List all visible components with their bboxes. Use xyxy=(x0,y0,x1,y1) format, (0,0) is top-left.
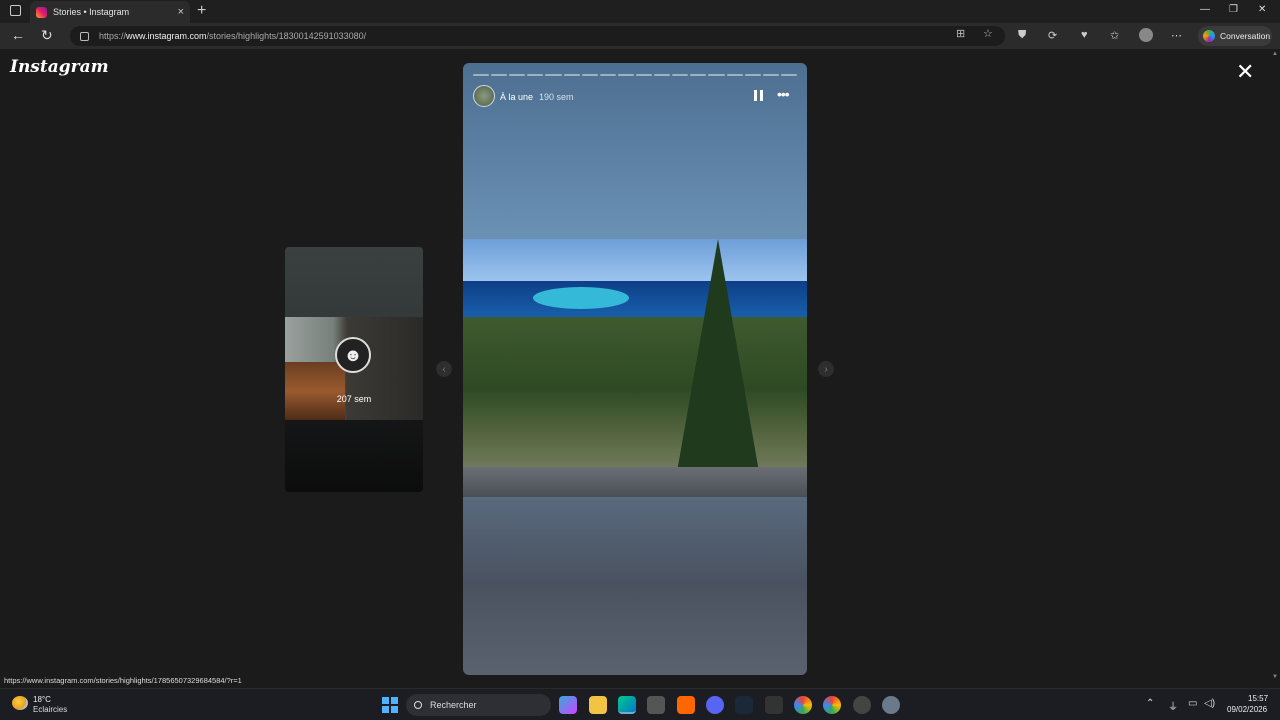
favorites-icon[interactable]: ✩ xyxy=(1110,29,1119,42)
minimize-button[interactable]: — xyxy=(1200,4,1210,15)
volume-icon[interactable]: ◁) xyxy=(1204,698,1215,709)
progress-segment xyxy=(581,74,598,76)
tab-close-icon[interactable]: × xyxy=(178,6,184,18)
windows-taskbar: 18°C Eclaircies Rechercher ⌃ ⏚ ▭ ◁) 15:5… xyxy=(0,688,1280,720)
sea-area xyxy=(463,281,807,321)
copilot-conversation-button[interactable]: Conversation xyxy=(1198,26,1272,46)
instagram-logo[interactable]: Instagram xyxy=(10,57,109,77)
story-age: 190 sem xyxy=(539,92,574,102)
current-story[interactable]: À la une 190 sem ••• xyxy=(463,63,807,675)
progress-segment xyxy=(672,74,689,76)
story-more-options-icon[interactable]: ••• xyxy=(777,86,790,102)
chrome-icon[interactable] xyxy=(794,696,812,714)
close-stories-icon[interactable]: ✕ xyxy=(1236,61,1254,83)
copilot-icon xyxy=(1203,30,1215,42)
weather-temp[interactable]: 18°C xyxy=(33,695,51,704)
back-arrow-icon[interactable]: ← xyxy=(11,27,25,43)
progress-segment xyxy=(491,74,508,76)
story-avatar[interactable] xyxy=(473,85,495,107)
scroll-down-icon[interactable]: ▼ xyxy=(1272,674,1278,680)
page-scrollbar[interactable]: ▲ ▼ xyxy=(1270,49,1280,687)
next-story-arrow-icon[interactable]: › xyxy=(818,361,834,377)
clock-date[interactable]: 09/02/2026 xyxy=(1227,705,1267,714)
browser-toolbar: ← ↻ https://www.instagram.com/stories/hi… xyxy=(0,23,1280,49)
progress-segment xyxy=(527,74,544,76)
previous-story-image: ☻ xyxy=(285,317,423,420)
file-explorer-icon[interactable] xyxy=(589,696,607,714)
previous-story-time: 207 sem xyxy=(336,394,372,404)
progress-segment xyxy=(599,74,616,76)
previous-story-arrow-icon[interactable]: ‹ xyxy=(436,361,452,377)
story-progress-bar xyxy=(473,74,797,76)
progress-segment xyxy=(708,74,725,76)
progress-segment xyxy=(780,74,797,76)
tray-chevron-icon[interactable]: ⌃ xyxy=(1146,698,1154,709)
sky-area xyxy=(463,239,807,281)
instagram-favicon-icon xyxy=(36,6,47,18)
progress-segment xyxy=(545,74,562,76)
progress-segment xyxy=(744,74,761,76)
profile-avatar[interactable] xyxy=(1139,28,1153,42)
settings-icon[interactable] xyxy=(882,696,900,714)
progress-segment xyxy=(563,74,580,76)
app-c-icon[interactable] xyxy=(853,696,871,714)
weather-description[interactable]: Eclaircies xyxy=(33,705,67,714)
network-icon[interactable]: ▭ xyxy=(1188,698,1197,709)
favorite-star-icon[interactable]: ☆ xyxy=(983,27,993,40)
performance-icon[interactable]: ♥ xyxy=(1081,29,1088,41)
url-host: www.instagram.com xyxy=(126,31,207,41)
extensions-icon[interactable]: ⟳ xyxy=(1048,29,1057,42)
progress-segment xyxy=(617,74,634,76)
address-bar[interactable]: https://www.instagram.com/stories/highli… xyxy=(70,26,1005,46)
refresh-icon[interactable]: ↻ xyxy=(41,27,53,44)
copilot-app-icon[interactable] xyxy=(559,696,577,714)
story-account-name[interactable]: À la une xyxy=(500,92,533,102)
shield-icon[interactable]: ⛊ xyxy=(1018,29,1026,42)
instagram-stories-page: Instagram ✕ ☻ 207 sem ‹ › À la une 190 s… xyxy=(0,49,1280,687)
browser-titlebar: Stories • Instagram × + — ❐ ✕ xyxy=(0,0,1280,23)
chrome-profile-icon[interactable] xyxy=(823,696,841,714)
scroll-up-icon[interactable]: ▲ xyxy=(1272,51,1278,57)
browser-tab[interactable]: Stories • Instagram × xyxy=(30,1,190,23)
windows-start-icon[interactable] xyxy=(382,697,398,713)
taskbar-search[interactable]: Rechercher xyxy=(406,694,551,716)
conversation-label: Conversation xyxy=(1220,31,1271,41)
close-window-button[interactable]: ✕ xyxy=(1258,4,1266,15)
progress-segment xyxy=(690,74,707,76)
progress-segment xyxy=(473,74,490,76)
app-a-icon[interactable] xyxy=(677,696,695,714)
previous-story-preview[interactable]: ☻ 207 sem xyxy=(285,247,423,492)
microphone-icon[interactable]: ⏚ xyxy=(1168,698,1178,713)
discord-icon[interactable] xyxy=(706,696,724,714)
status-bar-url: https://www.instagram.com/stories/highli… xyxy=(0,675,246,687)
progress-segment xyxy=(726,74,743,76)
progress-segment xyxy=(635,74,653,76)
weather-icon[interactable] xyxy=(12,696,28,710)
search-icon xyxy=(414,701,422,709)
app-available-icon[interactable]: ⊞ xyxy=(956,27,965,40)
progress-segment xyxy=(654,74,671,76)
progress-segment xyxy=(509,74,526,76)
pause-icon[interactable] xyxy=(754,90,764,101)
balcony-rail xyxy=(463,467,807,497)
restore-button[interactable]: ❐ xyxy=(1229,4,1238,15)
site-info-icon[interactable] xyxy=(80,31,89,41)
new-tab-button[interactable]: + xyxy=(197,2,206,20)
search-placeholder: Rechercher xyxy=(430,700,477,710)
clock-time[interactable]: 15:57 xyxy=(1248,694,1268,703)
app-b-icon[interactable] xyxy=(765,696,783,714)
more-menu-icon[interactable]: ⋯ xyxy=(1171,29,1182,42)
rug-image-area xyxy=(285,362,345,420)
pool-area xyxy=(533,287,629,309)
progress-segment xyxy=(762,74,779,76)
tab-actions-icon[interactable] xyxy=(10,5,21,16)
store-icon[interactable] xyxy=(647,696,665,714)
story-photo-resort xyxy=(463,239,807,497)
steam-icon[interactable] xyxy=(735,696,753,714)
tab-title: Stories • Instagram xyxy=(53,7,130,17)
url-path: /stories/highlights/18300142591033080/ xyxy=(206,31,367,41)
edge-browser-icon[interactable] xyxy=(618,696,636,714)
previous-story-avatar: ☻ xyxy=(335,337,371,373)
url-prefix: https:// xyxy=(99,31,127,41)
